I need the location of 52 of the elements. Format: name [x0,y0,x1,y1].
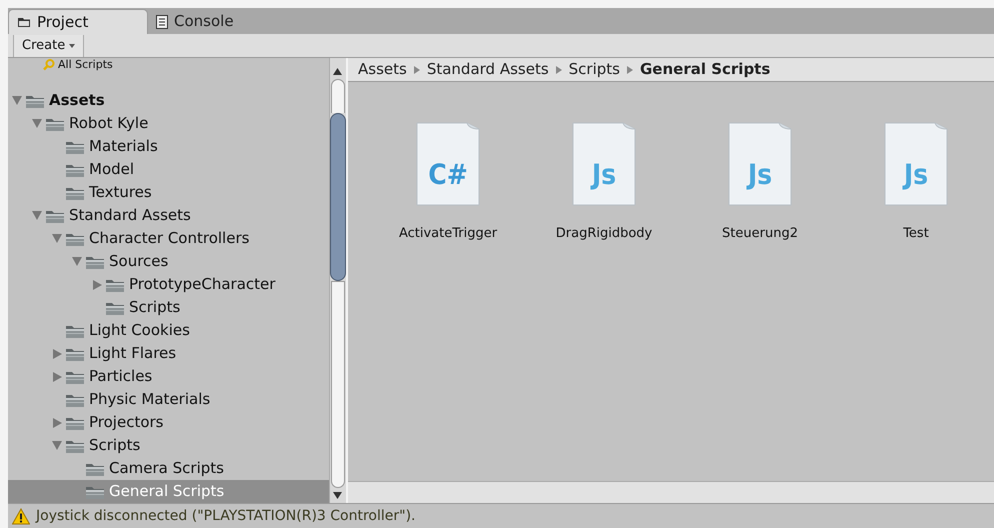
tree-item[interactable]: Scripts [8,296,329,319]
expanded-arrow-icon[interactable] [52,441,63,450]
file-name[interactable]: DragRigidbody [556,224,652,244]
file-name[interactable]: Test [903,224,929,244]
tree-item[interactable]: Assets [8,89,329,112]
tree-item[interactable]: Light Cookies [8,319,329,342]
tab[interactable]: Console [148,9,288,34]
tree-item[interactable]: Materials [8,135,329,158]
expanded-arrow-icon[interactable] [12,96,23,105]
tree-item[interactable]: Model [8,158,329,181]
scroll-down-icon[interactable] [333,492,342,499]
tree-item[interactable]: Physic Materials [8,388,329,411]
breadcrumb-link[interactable]: General Scripts [640,58,770,81]
folder-icon [17,16,31,28]
warning-icon [12,508,30,524]
collapsed-arrow-icon[interactable] [52,372,63,382]
breadcrumb-link[interactable]: Standard Assets [426,58,549,81]
scroll-up-icon[interactable] [333,68,342,75]
file-name[interactable]: ActivateTrigger [398,224,498,244]
document-icon [156,14,168,28]
file-name[interactable]: Steuerung2 [722,224,798,244]
tree-item[interactable]: Light Flares [8,342,329,365]
tree-item[interactable]: PrototypeCharacter [8,273,329,296]
caret-icon [69,44,76,48]
separator-icon [626,66,633,74]
breadcrumb-link[interactable]: Scripts [568,58,620,81]
collapsed-arrow-icon[interactable] [92,280,103,290]
create-button[interactable]: Create [13,34,84,56]
tree-item[interactable]: Camera Scripts [8,457,329,480]
tree-item[interactable]: All Scripts [58,58,113,72]
tree-item[interactable]: Robot Kyle [8,112,329,135]
expanded-arrow-icon[interactable] [72,257,83,266]
scroll-thumb[interactable] [330,113,346,281]
expanded-arrow-icon[interactable] [32,211,43,220]
tree-item[interactable]: Sources [8,250,329,273]
search-icon [43,59,55,71]
tree-item[interactable]: Scripts [8,434,329,457]
collapsed-arrow-icon[interactable] [52,418,63,428]
tree-item[interactable]: Character Controllers [8,227,329,250]
expanded-arrow-icon[interactable] [32,119,43,128]
breadcrumb-link[interactable]: Assets [358,58,407,81]
separator-icon [414,66,420,74]
tree-item[interactable]: Particles [8,365,329,388]
status-message: Joystick disconnected ("PLAYSTATION(R)3 Controller"). [36,506,416,526]
expanded-arrow-icon[interactable] [52,234,63,243]
tree-item[interactable]: Standard Assets [8,204,329,227]
tab[interactable]: Project [8,9,148,34]
collapsed-arrow-icon[interactable] [52,348,63,358]
tree-item[interactable]: Projectors [8,411,329,434]
scrollbar[interactable] [328,58,346,503]
separator-icon [556,66,562,74]
tree-item[interactable]: Textures [8,181,329,204]
